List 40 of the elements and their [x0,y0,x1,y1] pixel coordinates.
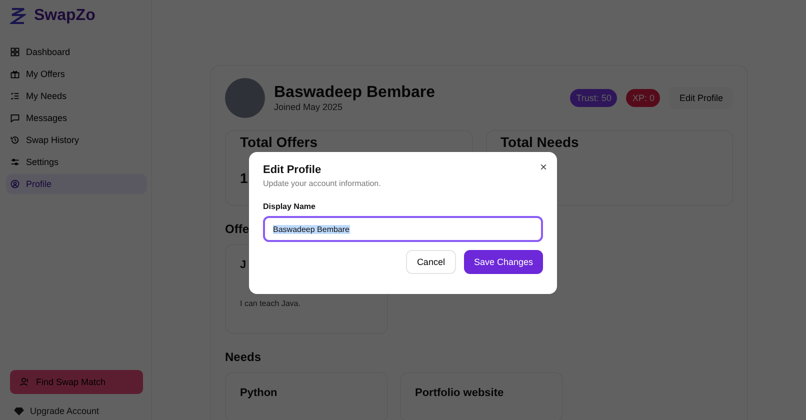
users-icon [20,377,30,387]
nav-item[interactable]: Settings [6,152,147,172]
upgrade-account-link[interactable]: Upgrade Account [6,402,147,420]
gem-icon [14,406,24,416]
grid-icon [10,47,20,57]
history-icon [10,135,20,145]
stat-value: 1 [240,170,248,186]
nav-item[interactable]: My Offers [6,64,147,84]
profile-name: Baswadeep Bembare [274,84,436,102]
section-heading: Needs [225,350,262,364]
display-name-field[interactable]: Baswadeep Bembare [263,216,543,242]
user-circle-icon [10,179,20,189]
section-heading: Offe [225,222,249,236]
need-title: Portfolio website [415,387,504,399]
chat-bubble-icon [10,113,20,123]
logo-icon [10,7,26,25]
checklist-icon [10,91,20,101]
gift-icon [10,69,20,79]
need-title: Python [240,387,278,399]
dialog-subtitle: Update your account information. [263,179,382,188]
field-label: Display Name [263,202,316,211]
nav-item[interactable]: Messages [6,108,147,128]
close-button[interactable]: × [540,160,547,174]
joined-date: Joined May 2025 [274,102,343,112]
cancel-button[interactable]: Cancel [406,250,456,274]
avatar-photo [225,78,265,118]
nav-item[interactable]: My Needs [6,86,147,106]
dialog-title: Edit Profile [263,164,322,176]
nav-item[interactable]: Swap History [6,130,147,150]
nav-item[interactable]: Profile [6,174,147,194]
offer-description: I can teach Java. [240,299,300,308]
stat-label: Total Needs [500,134,579,150]
sliders-icon [10,157,20,167]
offer-title: J [240,259,246,271]
logo-text: SwapZo [34,7,96,25]
stat-badge: Trust: 50 [570,89,618,107]
nav-item[interactable]: Dashboard [6,42,147,62]
save-changes-button[interactable]: Save Changes [464,250,543,274]
stat-label: Total Offers [240,134,318,150]
stat-badge: XP: 0 [626,89,660,107]
